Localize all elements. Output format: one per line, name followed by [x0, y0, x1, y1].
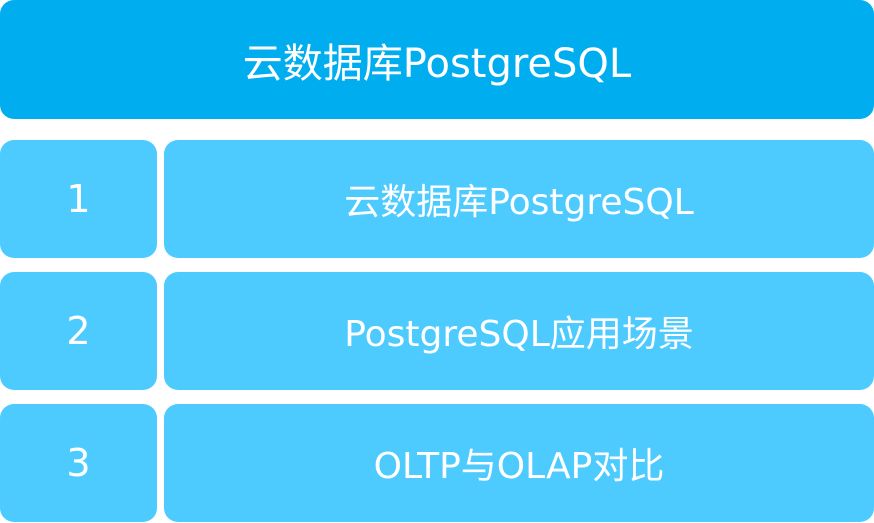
item-label-cell: PostgreSQL应用场景 [164, 272, 874, 390]
list-item: 2 PostgreSQL应用场景 [0, 272, 874, 390]
item-label-cell: 云数据库PostgreSQL [164, 140, 874, 258]
list-item: 1 云数据库PostgreSQL [0, 140, 874, 258]
title-banner: 云数据库PostgreSQL [0, 0, 874, 119]
item-number-cell: 3 [0, 404, 157, 522]
item-label: 云数据库PostgreSQL [344, 182, 694, 223]
page-title: 云数据库PostgreSQL [242, 40, 632, 87]
item-number: 3 [66, 441, 91, 485]
item-label: PostgreSQL应用场景 [344, 314, 694, 355]
item-label-cell: OLTP与OLAP对比 [164, 404, 874, 522]
item-number-cell: 1 [0, 140, 157, 258]
item-number-cell: 2 [0, 272, 157, 390]
item-number: 2 [66, 309, 91, 353]
item-label: OLTP与OLAP对比 [373, 446, 665, 487]
item-number: 1 [66, 177, 91, 221]
list-item: 3 OLTP与OLAP对比 [0, 404, 874, 522]
